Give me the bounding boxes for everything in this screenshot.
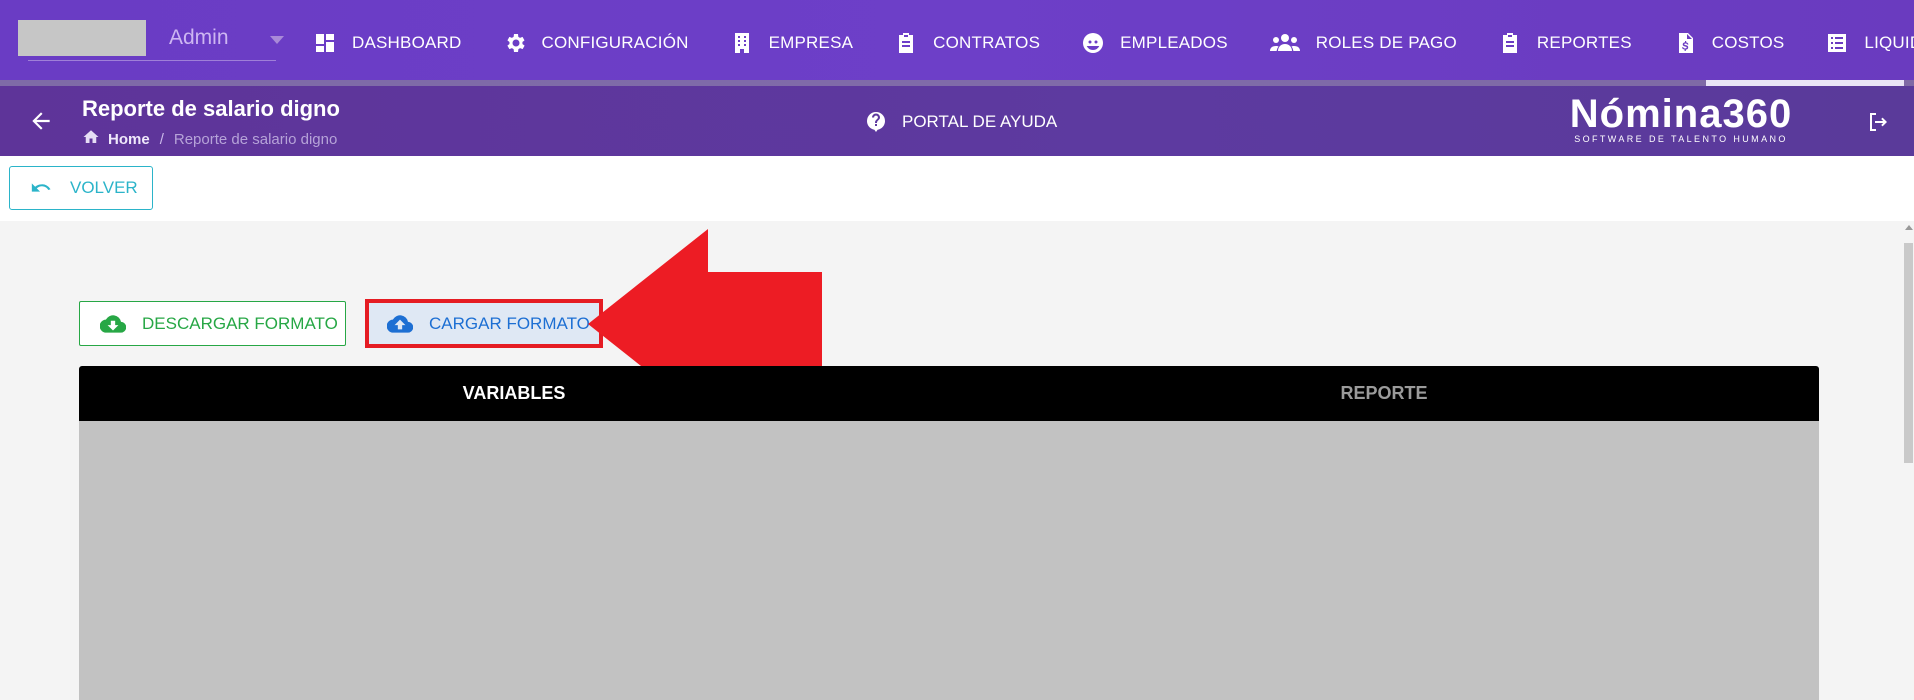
nav-item-costos[interactable]: COSTOS: [1652, 0, 1805, 86]
cloud-upload-icon: [387, 314, 413, 333]
download-format-label: DESCARGAR FORMATO: [142, 313, 338, 333]
avatar: [18, 20, 146, 56]
brand-logo: Nómina360 SOFTWARE DE TALENTO HUMANO: [1566, 92, 1796, 148]
main-content: DESCARGAR FORMATO CARGAR FORMATO VARIABL…: [0, 221, 1914, 700]
employee-face-icon: [1080, 30, 1106, 56]
nav-item-liquidaciones[interactable]: LIQUIDACIONES: [1804, 0, 1914, 86]
nav-item-empleados[interactable]: EMPLEADOS: [1060, 0, 1248, 86]
page-title: Reporte de salario digno: [82, 96, 340, 121]
tab-reporte[interactable]: REPORTE: [949, 366, 1819, 421]
nav-item-label: COSTOS: [1711, 33, 1785, 52]
breadcrumb: Home / Reporte de salario digno: [82, 128, 337, 150]
help-portal-link[interactable]: PORTAL DE AYUDA: [864, 110, 1057, 134]
undo-icon: [31, 183, 51, 192]
scrollbar[interactable]: [1902, 221, 1914, 700]
back-button-label: VOLVER: [70, 178, 138, 197]
list-icon: [1824, 30, 1850, 56]
dollar-file-icon: [1672, 30, 1698, 56]
nav-item-dashboard[interactable]: DASHBOARD: [292, 0, 482, 86]
tab-variables[interactable]: VARIABLES: [79, 366, 949, 421]
nav-item-configuracion[interactable]: CONFIGURACIÓN: [482, 0, 709, 86]
nav-item-label: ROLES DE PAGO: [1315, 33, 1457, 52]
nav-item-label: DASHBOARD: [352, 33, 462, 52]
upload-format-label: CARGAR FORMATO: [429, 313, 590, 333]
breadcrumb-separator: /: [159, 130, 164, 148]
home-icon[interactable]: [82, 128, 100, 150]
nav-item-reportes[interactable]: REPORTES: [1477, 0, 1652, 86]
main-menu: DASHBOARD CONFIGURACIÓN EMPRESA CONTRATO…: [292, 0, 1914, 86]
dashboard-icon: [312, 30, 338, 56]
breadcrumb-home[interactable]: Home: [108, 131, 150, 148]
help-portal-label: PORTAL DE AYUDA: [902, 112, 1058, 131]
building-icon: [729, 30, 755, 56]
brand-tagline: SOFTWARE DE TALENTO HUMANO: [1574, 134, 1788, 144]
tab-panel: [79, 421, 1819, 700]
scroll-up-icon[interactable]: [1905, 225, 1913, 230]
toolbar: VOLVER: [0, 156, 1914, 221]
back-button[interactable]: VOLVER: [9, 166, 153, 210]
nav-item-label: LIQUIDACIONES: [1864, 33, 1914, 52]
top-navbar: Admin DASHBOARD CONFIGURACIÓN EMPRESA CO…: [0, 0, 1914, 86]
scroll-thumb[interactable]: [1904, 243, 1913, 463]
brand-name: Nómina360: [1569, 92, 1793, 136]
nav-item-contratos[interactable]: CONTRATOS: [873, 0, 1060, 86]
user-role: Admin: [169, 26, 229, 49]
clipboard-icon: [893, 30, 919, 56]
caret-down-icon[interactable]: [270, 36, 284, 44]
cloud-download-icon: [100, 314, 126, 333]
help-icon: [867, 112, 885, 132]
nav-item-label: REPORTES: [1536, 33, 1632, 52]
user-menu[interactable]: Admin: [18, 18, 284, 62]
clipboard-icon: [1497, 30, 1523, 56]
nav-item-label: EMPRESA: [768, 33, 854, 52]
nav-item-label: EMPLEADOS: [1120, 33, 1228, 52]
download-format-button[interactable]: DESCARGAR FORMATO: [79, 301, 346, 346]
back-arrow-icon[interactable]: [28, 108, 54, 134]
page-header: Reporte de salario digno Home / Reporte …: [0, 86, 1914, 156]
logout-icon[interactable]: [1866, 110, 1890, 139]
breadcrumb-current: Reporte de salario digno: [173, 130, 338, 148]
nav-item-label: CONFIGURACIÓN: [541, 33, 689, 52]
divider: [28, 60, 276, 61]
nav-item-empresa[interactable]: EMPRESA: [709, 0, 874, 86]
upload-format-button[interactable]: CARGAR FORMATO: [369, 303, 599, 344]
nav-item-roles-de-pago[interactable]: ROLES DE PAGO: [1248, 0, 1477, 86]
nav-item-label: CONTRATOS: [933, 33, 1041, 52]
tab-bar: VARIABLES REPORTE: [79, 366, 1819, 421]
group-icon: [1268, 30, 1302, 56]
gear-icon: [502, 30, 528, 56]
